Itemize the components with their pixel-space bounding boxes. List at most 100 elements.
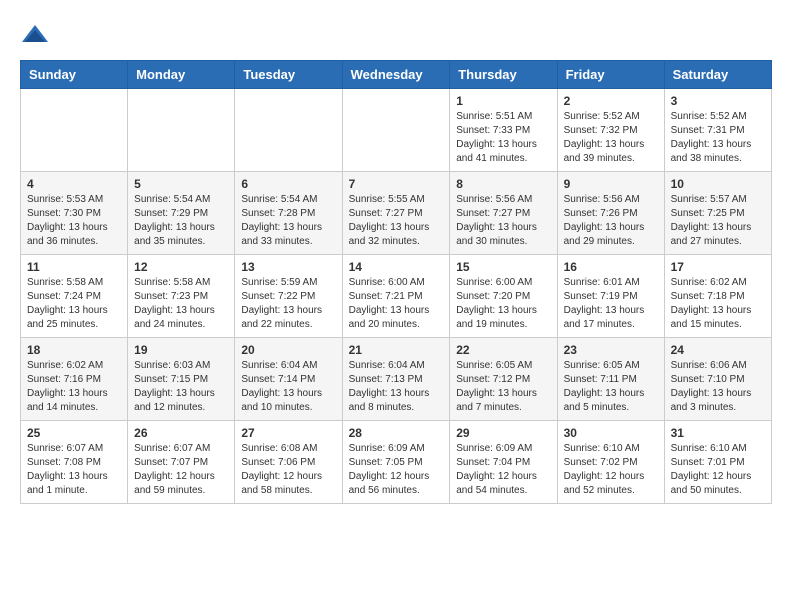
day-info: Sunrise: 6:07 AMSunset: 7:07 PMDaylight:… <box>134 442 228 498</box>
calendar-week-row: 11 Sunrise: 5:58 AMSunset: 7:24 PMDayligh… <box>21 255 772 338</box>
col-friday: Friday <box>557 61 664 89</box>
calendar-cell: 2Sunrise: 5:52 AMSunset: 7:32 PMDaylight… <box>557 89 664 172</box>
day-number: 20 <box>241 343 335 357</box>
day-info: Sunrise: 6:09 AMSunset: 7:04 PMDaylight:… <box>456 442 550 498</box>
calendar-cell <box>21 89 128 172</box>
day-info: Sunrise: 5:51 AMSunset: 7:33 PMDaylight:… <box>456 110 550 166</box>
day-info: Sunrise: 5:57 AMSunset: 7:25 PMDaylight:… <box>671 193 765 249</box>
calendar-cell: 20 Sunrise: 6:04 AMSunset: 7:14 PMDayligh… <box>235 338 342 421</box>
day-info: Sunrise: 5:58 AMSunset: 7:24 PMDaylight:… <box>27 276 121 332</box>
calendar-cell: 14 Sunrise: 6:00 AMSunset: 7:21 PMDayligh… <box>342 255 450 338</box>
day-info: Sunrise: 5:54 AMSunset: 7:28 PMDaylight:… <box>241 193 335 249</box>
calendar-cell: 7 Sunrise: 5:55 AMSunset: 7:27 PMDaylight… <box>342 172 450 255</box>
calendar-cell: 11 Sunrise: 5:58 AMSunset: 7:24 PMDayligh… <box>21 255 128 338</box>
day-info: Sunrise: 5:56 AMSunset: 7:27 PMDaylight:… <box>456 193 550 249</box>
day-number: 27 <box>241 426 335 440</box>
day-info: Sunrise: 6:10 AMSunset: 7:02 PMDaylight:… <box>564 442 658 498</box>
calendar-cell <box>235 89 342 172</box>
day-info: Sunrise: 6:04 AMSunset: 7:14 PMDaylight:… <box>241 359 335 415</box>
calendar-week-row: 4 Sunrise: 5:53 AMSunset: 7:30 PMDaylight… <box>21 172 772 255</box>
calendar-cell: 26 Sunrise: 6:07 AMSunset: 7:07 PMDayligh… <box>128 421 235 504</box>
day-info: Sunrise: 6:10 AMSunset: 7:01 PMDaylight:… <box>671 442 765 498</box>
calendar-week-row: 1 Sunrise: 5:51 AMSunset: 7:33 PMDaylight… <box>21 89 772 172</box>
day-number: 16 <box>564 260 658 274</box>
calendar-cell: 13Sunrise: 5:59 AMSunset: 7:22 PMDayligh… <box>235 255 342 338</box>
day-number: 7 <box>349 177 444 191</box>
day-info: Sunrise: 5:53 AMSunset: 7:30 PMDaylight:… <box>27 193 121 249</box>
calendar-week-row: 18 Sunrise: 6:02 AMSunset: 7:16 PMDayligh… <box>21 338 772 421</box>
calendar-header-row: Sunday Monday Tuesday Wednesday Thursday… <box>21 61 772 89</box>
day-number: 18 <box>27 343 121 357</box>
day-info: Sunrise: 6:02 AMSunset: 7:16 PMDaylight:… <box>27 359 121 415</box>
day-number: 28 <box>349 426 444 440</box>
day-info: Sunrise: 5:58 AMSunset: 7:23 PMDaylight:… <box>134 276 228 332</box>
logo-icon <box>20 20 50 50</box>
page-header <box>20 20 772 50</box>
day-info: Sunrise: 6:08 AMSunset: 7:06 PMDaylight:… <box>241 442 335 498</box>
col-wednesday: Wednesday <box>342 61 450 89</box>
calendar-cell: 15Sunrise: 6:00 AMSunset: 7:20 PMDayligh… <box>450 255 557 338</box>
day-number: 5 <box>134 177 228 191</box>
day-number: 21 <box>349 343 444 357</box>
calendar-cell: 4 Sunrise: 5:53 AMSunset: 7:30 PMDaylight… <box>21 172 128 255</box>
day-info: Sunrise: 6:00 AMSunset: 7:21 PMDaylight:… <box>349 276 444 332</box>
calendar-cell: 18 Sunrise: 6:02 AMSunset: 7:16 PMDayligh… <box>21 338 128 421</box>
day-info: Sunrise: 5:54 AMSunset: 7:29 PMDaylight:… <box>134 193 228 249</box>
calendar-cell: 12Sunrise: 5:58 AMSunset: 7:23 PMDayligh… <box>128 255 235 338</box>
calendar-cell: 30Sunrise: 6:10 AMSunset: 7:02 PMDayligh… <box>557 421 664 504</box>
calendar-cell: 31 Sunrise: 6:10 AMSunset: 7:01 PMDayligh… <box>664 421 771 504</box>
day-number: 15 <box>456 260 550 274</box>
day-number: 4 <box>27 177 121 191</box>
day-info: Sunrise: 6:05 AMSunset: 7:11 PMDaylight:… <box>564 359 658 415</box>
day-number: 3 <box>671 94 765 108</box>
day-number: 31 <box>671 426 765 440</box>
calendar-cell: 8 Sunrise: 5:56 AMSunset: 7:27 PMDaylight… <box>450 172 557 255</box>
day-number: 14 <box>349 260 444 274</box>
day-info: Sunrise: 6:09 AMSunset: 7:05 PMDaylight:… <box>349 442 444 498</box>
day-number: 10 <box>671 177 765 191</box>
calendar-cell: 22 Sunrise: 6:05 AMSunset: 7:12 PMDayligh… <box>450 338 557 421</box>
calendar-cell: 21 Sunrise: 6:04 AMSunset: 7:13 PMDayligh… <box>342 338 450 421</box>
calendar-cell: 29Sunrise: 6:09 AMSunset: 7:04 PMDayligh… <box>450 421 557 504</box>
day-number: 24 <box>671 343 765 357</box>
calendar-cell: 16 Sunrise: 6:01 AMSunset: 7:19 PMDayligh… <box>557 255 664 338</box>
calendar-cell: 24 Sunrise: 6:06 AMSunset: 7:10 PMDayligh… <box>664 338 771 421</box>
day-number: 22 <box>456 343 550 357</box>
day-info: Sunrise: 6:01 AMSunset: 7:19 PMDaylight:… <box>564 276 658 332</box>
day-number: 26 <box>134 426 228 440</box>
calendar-cell: 19Sunrise: 6:03 AMSunset: 7:15 PMDayligh… <box>128 338 235 421</box>
calendar-week-row: 25 Sunrise: 6:07 AMSunset: 7:08 PMDayligh… <box>21 421 772 504</box>
calendar-cell: 1 Sunrise: 5:51 AMSunset: 7:33 PMDaylight… <box>450 89 557 172</box>
col-thursday: Thursday <box>450 61 557 89</box>
day-info: Sunrise: 5:56 AMSunset: 7:26 PMDaylight:… <box>564 193 658 249</box>
calendar-cell: 25 Sunrise: 6:07 AMSunset: 7:08 PMDayligh… <box>21 421 128 504</box>
calendar-cell <box>128 89 235 172</box>
calendar-cell: 28 Sunrise: 6:09 AMSunset: 7:05 PMDayligh… <box>342 421 450 504</box>
col-saturday: Saturday <box>664 61 771 89</box>
day-info: Sunrise: 6:02 AMSunset: 7:18 PMDaylight:… <box>671 276 765 332</box>
day-info: Sunrise: 5:59 AMSunset: 7:22 PMDaylight:… <box>241 276 335 332</box>
day-number: 1 <box>456 94 550 108</box>
day-number: 11 <box>27 260 121 274</box>
day-info: Sunrise: 5:52 AMSunset: 7:31 PMDaylight:… <box>671 110 765 166</box>
col-sunday: Sunday <box>21 61 128 89</box>
day-info: Sunrise: 6:05 AMSunset: 7:12 PMDaylight:… <box>456 359 550 415</box>
day-info: Sunrise: 6:04 AMSunset: 7:13 PMDaylight:… <box>349 359 444 415</box>
logo <box>20 20 54 50</box>
day-number: 9 <box>564 177 658 191</box>
day-number: 8 <box>456 177 550 191</box>
calendar-cell: 10 Sunrise: 5:57 AMSunset: 7:25 PMDayligh… <box>664 172 771 255</box>
day-number: 25 <box>27 426 121 440</box>
day-info: Sunrise: 6:06 AMSunset: 7:10 PMDaylight:… <box>671 359 765 415</box>
calendar-table: Sunday Monday Tuesday Wednesday Thursday… <box>20 60 772 504</box>
day-number: 23 <box>564 343 658 357</box>
calendar-cell: 23 Sunrise: 6:05 AMSunset: 7:11 PMDayligh… <box>557 338 664 421</box>
calendar-cell: 9 Sunrise: 5:56 AMSunset: 7:26 PMDaylight… <box>557 172 664 255</box>
calendar-cell: 5 Sunrise: 5:54 AMSunset: 7:29 PMDaylight… <box>128 172 235 255</box>
calendar-cell: 27 Sunrise: 6:08 AMSunset: 7:06 PMDayligh… <box>235 421 342 504</box>
calendar-cell: 17Sunrise: 6:02 AMSunset: 7:18 PMDayligh… <box>664 255 771 338</box>
day-info: Sunrise: 5:55 AMSunset: 7:27 PMDaylight:… <box>349 193 444 249</box>
day-info: Sunrise: 6:07 AMSunset: 7:08 PMDaylight:… <box>27 442 121 498</box>
day-number: 2 <box>564 94 658 108</box>
calendar-cell <box>342 89 450 172</box>
